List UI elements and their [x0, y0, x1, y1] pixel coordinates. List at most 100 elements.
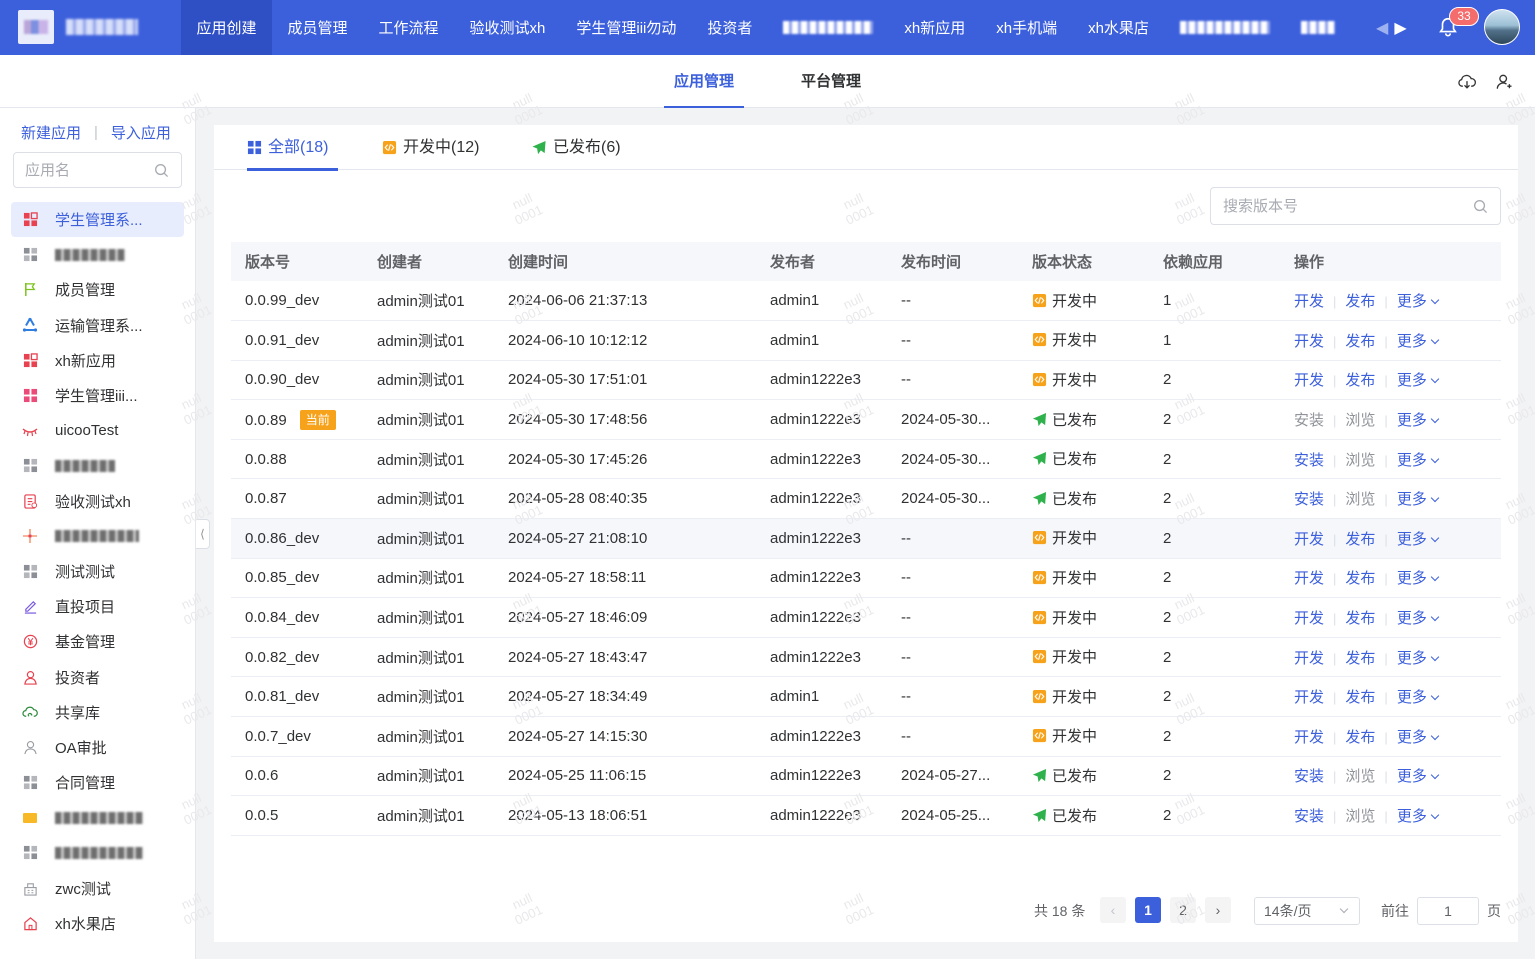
table-row[interactable]: 0.0.87 admin测试01 2024-05-28 08:40:35 admin1… [231, 478, 1501, 520]
install-button[interactable]: 安装 [1294, 412, 1324, 429]
page-size-select[interactable]: 14条/页 [1254, 897, 1360, 925]
publish-button[interactable]: 发布 [1345, 531, 1375, 548]
table-row[interactable]: 0.0.5 admin测试01 2024-05-13 18:06:51 admin12… [231, 795, 1501, 836]
next-page-button[interactable]: › [1205, 897, 1231, 923]
version-search-input[interactable] [1211, 188, 1451, 224]
top-nav-item[interactable] [1164, 0, 1285, 55]
sidebar-app-item[interactable]: OA审批 [11, 730, 184, 765]
sidebar-app-item[interactable]: xh新应用 [11, 343, 184, 378]
more-actions-dropdown[interactable]: 更多 [1397, 650, 1440, 667]
install-button[interactable]: 安装 [1294, 491, 1324, 508]
sidebar-app-item[interactable]: 验收测试xh [11, 484, 184, 519]
develop-button[interactable]: 开发 [1294, 372, 1324, 389]
more-actions-dropdown[interactable]: 更多 [1397, 689, 1440, 706]
table-row[interactable]: 0.0.85_dev admin测试01 2024-05-27 18:58:11 ad… [231, 558, 1501, 599]
tab-platform-management[interactable]: 平台管理 [801, 55, 861, 108]
table-row[interactable]: 0.0.7_dev admin测试01 2024-05-27 14:15:30 adm… [231, 716, 1501, 757]
nav-scroll-left-icon[interactable]: ◀ [1376, 18, 1388, 38]
develop-button[interactable]: 开发 [1294, 531, 1324, 548]
table-row[interactable]: 0.0.6 admin测试01 2024-05-25 11:06:15 admin12… [231, 756, 1501, 797]
table-row[interactable]: 0.0.86_dev admin测试01 2024-05-27 21:08:10 ad… [231, 518, 1501, 559]
sidebar-app-item[interactable]: zwc测试 [11, 871, 184, 906]
search-icon[interactable] [154, 163, 169, 178]
sidebar-app-item[interactable] [11, 835, 184, 870]
top-nav-item[interactable]: 学生管理iii勿动 [561, 0, 692, 55]
publish-button[interactable]: 发布 [1345, 689, 1375, 706]
page-button-2[interactable]: 2 [1170, 897, 1196, 923]
sidebar-app-item[interactable] [11, 519, 184, 554]
sidebar-app-item[interactable] [11, 800, 184, 835]
top-nav-item[interactable] [1285, 0, 1350, 55]
more-actions-dropdown[interactable]: 更多 [1397, 372, 1440, 389]
sidebar-app-item[interactable]: 基金管理 [11, 624, 184, 659]
install-button[interactable]: 安装 [1294, 452, 1324, 469]
sidebar-app-item[interactable]: 测试测试 [11, 554, 184, 589]
search-icon[interactable] [1473, 199, 1488, 214]
publish-button[interactable]: 发布 [1345, 729, 1375, 746]
browse-button[interactable]: 浏览 [1345, 452, 1375, 469]
new-app-link[interactable]: 新建应用 [21, 122, 81, 143]
develop-button[interactable]: 开发 [1294, 610, 1324, 627]
publish-button[interactable]: 发布 [1345, 610, 1375, 627]
more-actions-dropdown[interactable]: 更多 [1397, 491, 1440, 508]
sidebar-app-item[interactable]: 投资者 [11, 659, 184, 694]
publish-button[interactable]: 发布 [1345, 570, 1375, 587]
tab-all[interactable]: 全部(18) [247, 125, 339, 171]
top-nav-item[interactable]: 工作流程 [363, 0, 454, 55]
more-actions-dropdown[interactable]: 更多 [1397, 768, 1440, 785]
user-avatar[interactable] [1484, 9, 1520, 45]
develop-button[interactable]: 开发 [1294, 333, 1324, 350]
sidebar-app-item[interactable]: 学生管理系... [11, 202, 184, 238]
browse-button[interactable]: 浏览 [1345, 412, 1375, 429]
more-actions-dropdown[interactable]: 更多 [1397, 412, 1440, 429]
top-nav-item[interactable]: 投资者 [692, 0, 768, 55]
sidebar-app-item[interactable]: 直投项目 [11, 589, 184, 624]
more-actions-dropdown[interactable]: 更多 [1397, 333, 1440, 350]
cloud-download-icon[interactable] [1457, 72, 1477, 92]
top-nav-item[interactable]: xh水果店 [1073, 0, 1165, 55]
more-actions-dropdown[interactable]: 更多 [1397, 729, 1440, 746]
table-row[interactable]: 0.0.90_dev admin测试01 2024-05-30 17:51:01 ad… [231, 360, 1501, 401]
goto-page-input[interactable] [1417, 897, 1479, 925]
top-nav-item[interactable]: 应用创建 [181, 0, 273, 55]
sidebar-app-item[interactable] [11, 448, 184, 483]
more-actions-dropdown[interactable]: 更多 [1397, 610, 1440, 627]
table-row[interactable]: 0.0.91_dev admin测试01 2024-06-10 10:12:12 ad… [231, 320, 1501, 361]
table-row[interactable]: 0.0.82_dev admin测试01 2024-05-27 18:43:47 ad… [231, 637, 1501, 678]
more-actions-dropdown[interactable]: 更多 [1397, 293, 1440, 310]
sidebar-app-item[interactable]: 运输管理系... [11, 308, 184, 343]
app-logo[interactable] [18, 10, 54, 44]
table-row[interactable]: 0.0.89 当前 admin测试01 2024-05-30 17:48:56 admi… [231, 399, 1501, 440]
publish-button[interactable]: 发布 [1345, 372, 1375, 389]
install-button[interactable]: 安装 [1294, 768, 1324, 785]
prev-page-button[interactable]: ‹ [1100, 897, 1126, 923]
publish-button[interactable]: 发布 [1345, 333, 1375, 350]
top-nav-item[interactable]: xh手机端 [981, 0, 1073, 55]
table-row[interactable]: 0.0.99_dev admin测试01 2024-06-06 21:37:13 ad… [231, 281, 1501, 322]
sidebar-collapse-toggle[interactable]: ⟨ [196, 519, 210, 549]
top-nav-item[interactable]: 成员管理 [272, 0, 363, 55]
publish-button[interactable]: 发布 [1345, 293, 1375, 310]
page-button-1[interactable]: 1 [1135, 897, 1161, 923]
develop-button[interactable]: 开发 [1294, 689, 1324, 706]
sidebar-app-item[interactable]: 成员管理 [11, 272, 184, 307]
more-actions-dropdown[interactable]: 更多 [1397, 808, 1440, 825]
sidebar-app-item[interactable]: 合同管理 [11, 765, 184, 800]
more-actions-dropdown[interactable]: 更多 [1397, 570, 1440, 587]
app-search-input[interactable] [14, 153, 144, 187]
top-nav-item[interactable]: xh新应用 [889, 0, 981, 55]
tab-published[interactable]: 已发布(6) [531, 125, 621, 170]
nav-scroll-right-icon[interactable]: ▶ [1394, 18, 1406, 38]
develop-button[interactable]: 开发 [1294, 293, 1324, 310]
install-button[interactable]: 安装 [1294, 808, 1324, 825]
table-row[interactable]: 0.0.81_dev admin测试01 2024-05-27 18:34:49 ad… [231, 676, 1501, 718]
sidebar-app-item[interactable]: 学生管理iii... [11, 378, 184, 413]
browse-button[interactable]: 浏览 [1345, 491, 1375, 508]
more-actions-dropdown[interactable]: 更多 [1397, 452, 1440, 469]
sidebar-app-item[interactable] [11, 237, 184, 272]
browse-button[interactable]: 浏览 [1345, 808, 1375, 825]
develop-button[interactable]: 开发 [1294, 650, 1324, 667]
sidebar-app-item[interactable]: 共享库 [11, 695, 184, 730]
top-nav-item[interactable] [768, 0, 889, 55]
import-app-link[interactable]: 导入应用 [111, 122, 171, 143]
